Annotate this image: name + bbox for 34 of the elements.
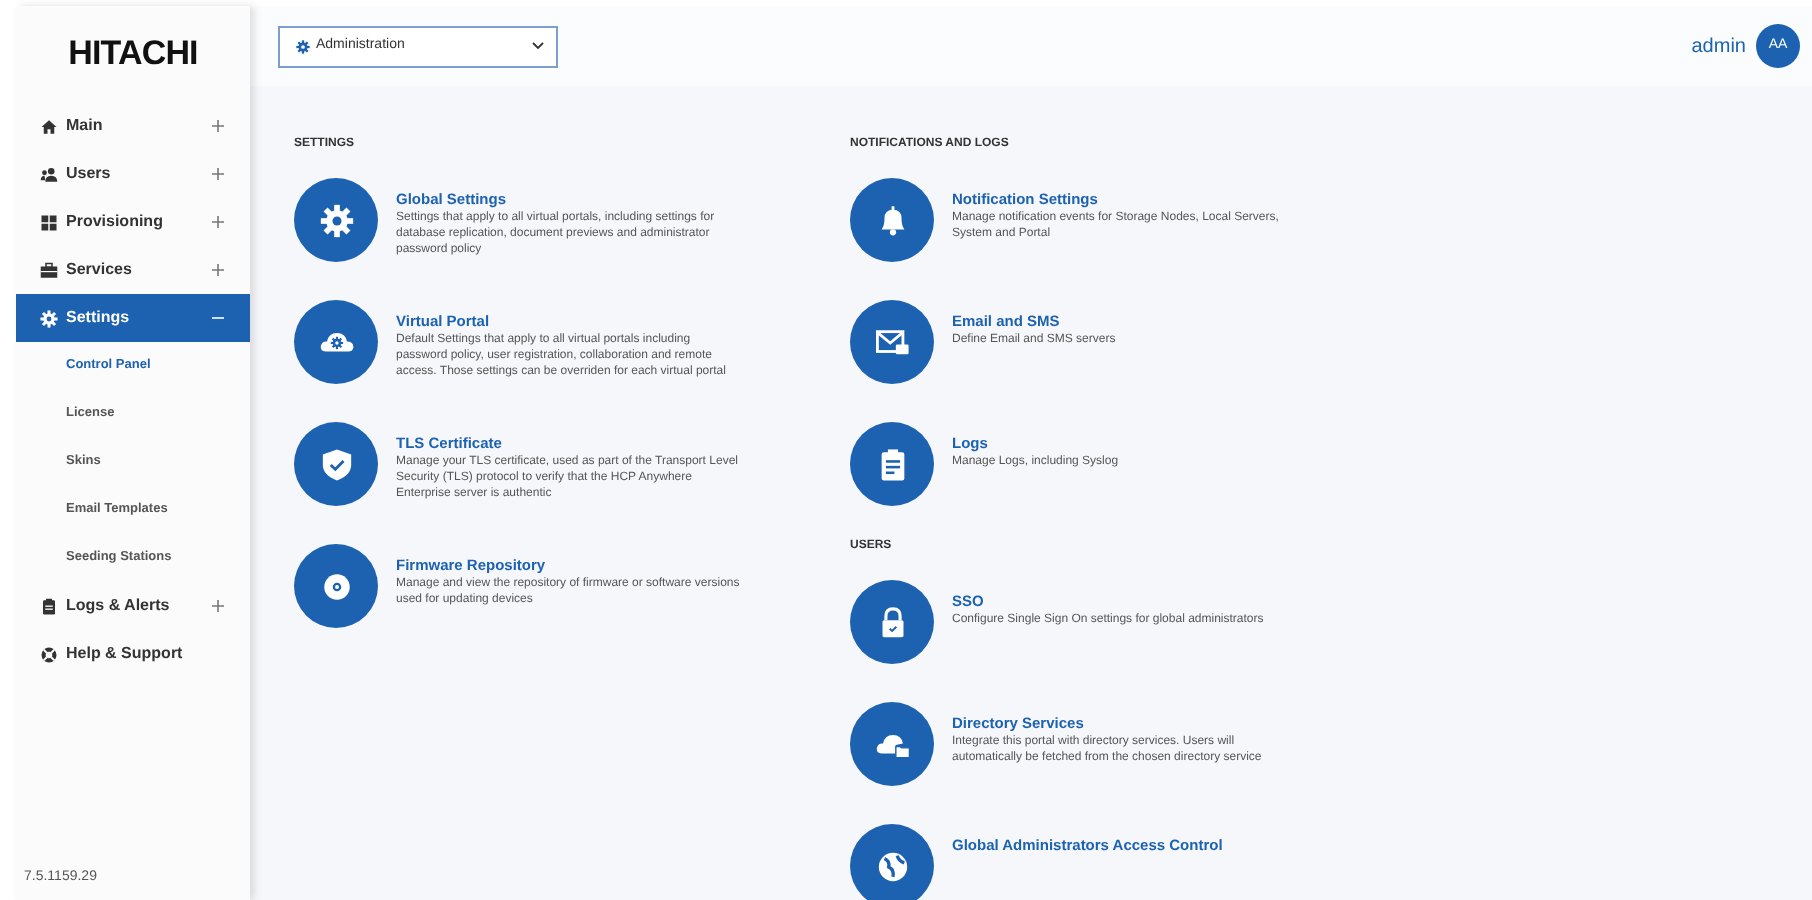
settings-icon xyxy=(40,309,58,327)
expand-icon[interactable] xyxy=(212,264,224,276)
home-icon xyxy=(40,117,58,135)
cloud-gear-tile-icon[interactable] xyxy=(294,300,378,384)
globe-tile-icon[interactable] xyxy=(850,824,934,900)
logo: HITACHI xyxy=(66,32,200,77)
clipboard-tile-icon[interactable] xyxy=(850,422,934,506)
users-icon xyxy=(40,165,58,183)
settings-tile-icon[interactable] xyxy=(294,178,378,262)
lifebuoy-icon xyxy=(40,645,58,663)
expand-icon[interactable] xyxy=(212,600,224,612)
expand-icon[interactable] xyxy=(212,168,224,180)
chevron-down-icon xyxy=(532,42,544,50)
sidebar-item[interactable]: Main xyxy=(16,102,250,150)
sidebar-item[interactable]: Users xyxy=(16,150,250,198)
envelope-chat-tile-icon[interactable] xyxy=(850,300,934,384)
grid-icon xyxy=(40,213,58,231)
expand-icon[interactable] xyxy=(212,216,224,228)
disc-tile-icon[interactable] xyxy=(294,544,378,628)
expand-icon[interactable] xyxy=(212,120,224,132)
sidebar-item[interactable]: Services xyxy=(16,246,250,294)
lock-tile-icon[interactable] xyxy=(850,580,934,664)
bell-tile-icon[interactable] xyxy=(850,178,934,262)
shield-check-tile-icon[interactable] xyxy=(294,422,378,506)
clipboard-icon xyxy=(40,597,58,615)
sidebar-item[interactable]: Settings xyxy=(16,294,250,342)
sidebar-item[interactable]: Provisioning xyxy=(16,198,250,246)
username-link[interactable]: admin xyxy=(1691,31,1746,61)
cloud-folder-tile-icon[interactable] xyxy=(850,702,934,786)
settings-icon xyxy=(296,39,310,53)
collapse-icon[interactable] xyxy=(212,312,224,324)
sidebar-item[interactable]: Help & Support xyxy=(16,630,250,678)
briefcase-icon xyxy=(40,261,58,279)
sidebar-item[interactable]: Logs & Alerts xyxy=(16,582,250,630)
